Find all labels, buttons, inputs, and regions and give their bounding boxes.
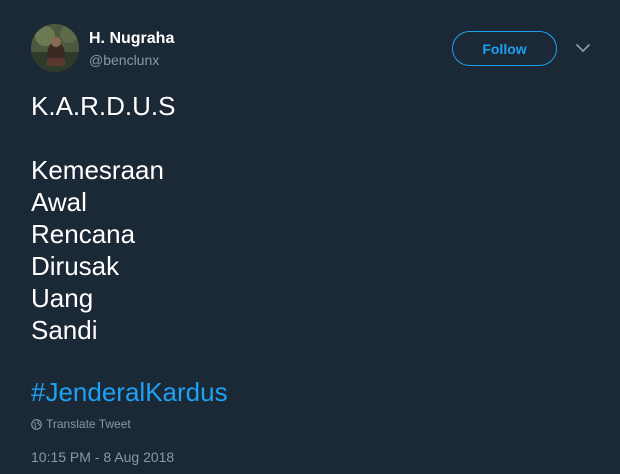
- globe-icon: [31, 418, 42, 430]
- tweet-text-line: Sandi: [31, 315, 98, 345]
- tweet-text-line: Kemesraan: [31, 155, 164, 185]
- user-name[interactable]: H. Nugraha: [89, 30, 174, 48]
- user-handle[interactable]: @benclunx: [89, 52, 159, 68]
- tweet-text: K.A.R.D.U.S Kemesraan Awal Rencana Dirus…: [31, 90, 591, 346]
- follow-button[interactable]: Follow: [452, 31, 557, 66]
- tweet-text-line: Rencana: [31, 219, 136, 249]
- tweet-text-line: [31, 122, 591, 154]
- avatar[interactable]: [31, 24, 79, 72]
- translate-label: Translate Tweet: [46, 417, 131, 431]
- tweet-text-line: Dirusak: [31, 251, 120, 281]
- tweet-text-line: K.A.R.D.U.S: [31, 91, 176, 121]
- tweet-text-line: Uang: [31, 283, 94, 313]
- tweet-menu-button[interactable]: [573, 40, 593, 58]
- tweet-card: H. Nugraha @benclunx Follow K.A.R.D.U.S …: [0, 0, 620, 474]
- chevron-down-icon: [576, 40, 590, 58]
- translate-tweet-link[interactable]: Translate Tweet: [31, 417, 131, 431]
- hashtag-link[interactable]: #JenderalKardus: [31, 376, 228, 408]
- tweet-timestamp[interactable]: 10:15 PM - 8 Aug 2018: [31, 449, 174, 465]
- tweet-text-line: Awal: [31, 187, 87, 217]
